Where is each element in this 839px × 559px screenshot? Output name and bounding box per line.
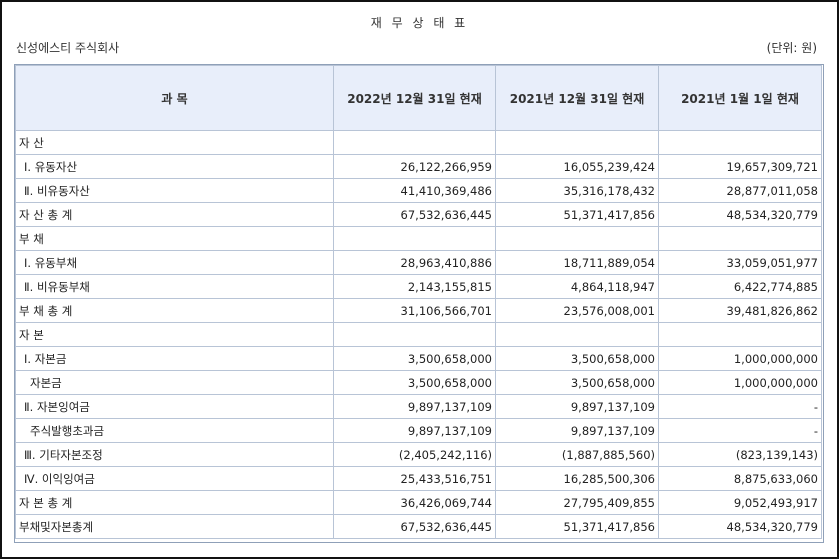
document-frame: 재 무 상 태 표 신성에스티 주식회사 (단위: 원) 과 목 2022년 1…: [0, 0, 839, 559]
value-2022-12-31-cell: [333, 226, 496, 251]
value-2022-12-31-cell: 3,500,658,000: [333, 346, 496, 371]
value-2022-12-31-cell: 28,963,410,886: [333, 250, 496, 275]
value-2022-12-31-cell: 31,106,566,701: [333, 298, 496, 323]
value-2021-01-01-cell: 1,000,000,000: [658, 370, 822, 395]
table-row: 부 채: [15, 226, 822, 251]
table-row: Ⅱ. 자본잉여금 9,897,137,109 9,897,137,109-: [15, 394, 822, 419]
value-2021-01-01-cell: -: [658, 418, 822, 443]
table-row: 자 본 총 계 36,426,069,744 27,795,409,855 9,052…: [15, 490, 822, 515]
account-cell: 자 산 총 계: [15, 202, 334, 227]
value-2021-01-01-cell: 28,877,011,058: [658, 178, 822, 203]
value-2022-12-31-cell: (2,405,242,116): [333, 442, 496, 467]
table-row: Ⅳ. 이익잉여금 25,433,516,751 16,285,500,306 8,87…: [15, 466, 822, 491]
table-row: Ⅲ. 기타자본조정 (2,405,242,116) (1,887,885,560)(…: [15, 442, 822, 467]
value-2021-12-31-cell: [495, 322, 659, 347]
value-2021-01-01-cell: [658, 130, 822, 155]
table-row: Ⅰ. 자본금 3,500,658,000 3,500,658,000 1,000,00…: [15, 346, 822, 371]
table-header-row: 과 목 2022년 12월 31일 현재 2021년 12월 31일 현재 20…: [15, 65, 822, 131]
account-cell: Ⅱ. 자본잉여금: [15, 394, 334, 419]
value-2021-01-01-cell: -: [658, 394, 822, 419]
value-2021-12-31-cell: [495, 226, 659, 251]
value-2021-01-01-cell: 39,481,826,862: [658, 298, 822, 323]
unit-label: (단위: 원): [766, 41, 817, 55]
value-2021-12-31-cell: 4,864,118,947: [495, 274, 659, 299]
value-2022-12-31-cell: 2,143,155,815: [333, 274, 496, 299]
value-2021-01-01-cell: 33,059,051,977: [658, 250, 822, 275]
account-cell: 자본금: [15, 370, 334, 395]
value-2022-12-31-cell: 67,532,636,445: [333, 514, 496, 539]
header-2021-01-01: 2021년 1월 1일 현재: [658, 65, 822, 131]
account-cell: 주식발행초과금: [15, 418, 334, 443]
table-row: Ⅰ. 유동자산 26,122,266,959 16,055,239,424 19,65…: [15, 154, 822, 179]
account-cell: 자 본: [15, 322, 334, 347]
value-2021-12-31-cell: 16,285,500,306: [495, 466, 659, 491]
company-name: 신성에스티 주식회사: [16, 41, 120, 55]
account-cell: 부 채 총 계: [15, 298, 334, 323]
account-cell: Ⅱ. 비유동자산: [15, 178, 334, 203]
value-2021-01-01-cell: [658, 322, 822, 347]
value-2022-12-31-cell: 3,500,658,000: [333, 370, 496, 395]
header-account: 과 목: [15, 65, 334, 131]
table-row: Ⅱ. 비유동자산 41,410,369,486 35,316,178,432 28,8…: [15, 178, 822, 203]
value-2021-01-01-cell: 48,534,320,779: [658, 202, 822, 227]
header-2022-12-31: 2022년 12월 31일 현재: [333, 65, 496, 131]
value-2021-12-31-cell: 35,316,178,432: [495, 178, 659, 203]
table-row: 자 산 총 계 67,532,636,445 51,371,417,856 48,53…: [15, 202, 822, 227]
value-2021-12-31-cell: 27,795,409,855: [495, 490, 659, 515]
value-2021-12-31-cell: 51,371,417,856: [495, 202, 659, 227]
value-2022-12-31-cell: 41,410,369,486: [333, 178, 496, 203]
account-cell: Ⅲ. 기타자본조정: [15, 442, 334, 467]
value-2021-01-01-cell: 19,657,309,721: [658, 154, 822, 179]
account-cell: Ⅰ. 유동자산: [15, 154, 334, 179]
account-cell: 자 본 총 계: [15, 490, 334, 515]
value-2021-12-31-cell: 3,500,658,000: [495, 346, 659, 371]
account-cell: Ⅰ. 유동부채: [15, 250, 334, 275]
value-2021-12-31-cell: 23,576,008,001: [495, 298, 659, 323]
table-row: 부채및자본총계 67,532,636,445 51,371,417,856 48,53…: [15, 514, 822, 539]
table-row: 주식발행초과금 9,897,137,109 9,897,137,109-: [15, 418, 822, 443]
value-2021-01-01-cell: 1,000,000,000: [658, 346, 822, 371]
table-row: 자 산: [15, 130, 822, 155]
value-2021-01-01-cell: 6,422,774,885: [658, 274, 822, 299]
table-row: 자본금 3,500,658,000 3,500,658,000 1,000,000,0…: [15, 370, 822, 395]
value-2021-12-31-cell: 16,055,239,424: [495, 154, 659, 179]
value-2022-12-31-cell: 36,426,069,744: [333, 490, 496, 515]
statement-title: 재 무 상 태 표: [370, 16, 469, 30]
value-2021-12-31-cell: 51,371,417,856: [495, 514, 659, 539]
value-2021-12-31-cell: 3,500,658,000: [495, 370, 659, 395]
header-2021-12-31: 2021년 12월 31일 현재: [495, 65, 659, 131]
value-2021-12-31-cell: 9,897,137,109: [495, 394, 659, 419]
value-2022-12-31-cell: 9,897,137,109: [333, 418, 496, 443]
value-2021-12-31-cell: [495, 130, 659, 155]
value-2022-12-31-cell: [333, 322, 496, 347]
value-2021-01-01-cell: 9,052,493,917: [658, 490, 822, 515]
value-2021-01-01-cell: 8,875,633,060: [658, 466, 822, 491]
value-2021-01-01-cell: [658, 226, 822, 251]
account-cell: 자 산: [15, 130, 334, 155]
table-row: Ⅰ. 유동부채 28,963,410,886 18,711,889,054 33,05…: [15, 250, 822, 275]
balance-sheet-table: 과 목 2022년 12월 31일 현재 2021년 12월 31일 현재 20…: [15, 65, 822, 539]
value-2021-12-31-cell: (1,887,885,560): [495, 442, 659, 467]
account-cell: Ⅳ. 이익잉여금: [15, 466, 334, 491]
value-2022-12-31-cell: 9,897,137,109: [333, 394, 496, 419]
account-cell: Ⅰ. 자본금: [15, 346, 334, 371]
table-body: 자 산 Ⅰ. 유동자산 26,122,266,959 16,055,239,424 19…: [15, 130, 822, 539]
value-2022-12-31-cell: [333, 130, 496, 155]
value-2022-12-31-cell: 26,122,266,959: [333, 154, 496, 179]
table-row: Ⅱ. 비유동부채 2,143,155,815 4,864,118,947 6,422,…: [15, 274, 822, 299]
value-2022-12-31-cell: 67,532,636,445: [333, 202, 496, 227]
account-cell: 부 채: [15, 226, 334, 251]
value-2021-12-31-cell: 18,711,889,054: [495, 250, 659, 275]
account-cell: 부채및자본총계: [15, 514, 334, 539]
value-2021-01-01-cell: (823,139,143): [658, 442, 822, 467]
value-2021-12-31-cell: 9,897,137,109: [495, 418, 659, 443]
account-cell: Ⅱ. 비유동부채: [15, 274, 334, 299]
value-2022-12-31-cell: 25,433,516,751: [333, 466, 496, 491]
table-row: 자 본: [15, 322, 822, 347]
value-2021-01-01-cell: 48,534,320,779: [658, 514, 822, 539]
table-row: 부 채 총 계 31,106,566,701 23,576,008,001 39,48…: [15, 298, 822, 323]
